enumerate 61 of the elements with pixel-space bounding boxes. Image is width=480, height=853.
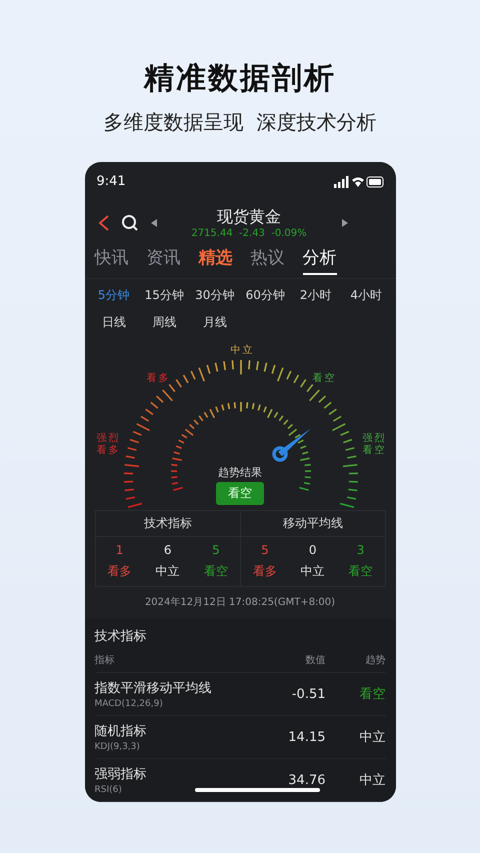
indicator-value: 34.76 [287, 772, 326, 788]
tab[interactable]: 精选 [198, 246, 232, 276]
summary-count: 1 [116, 543, 124, 557]
summary-label: 看多 [252, 563, 277, 580]
gauge-label: 强烈看多 [96, 432, 120, 457]
result-label: 趋势结果 [218, 464, 262, 480]
summary-count: 3 [356, 543, 364, 557]
summary-count: 6 [164, 543, 172, 557]
timeframe-option[interactable]: 2小时 [290, 286, 341, 304]
summary-header: 移动平均线 [241, 511, 384, 537]
indicator-code: MACD(12,26,9) [94, 699, 164, 709]
tab[interactable]: 分析 [302, 246, 336, 276]
caret-right-icon [340, 218, 350, 228]
tab[interactable]: 资讯 [146, 246, 180, 276]
indicator-trend: 看空 [358, 686, 386, 703]
headline: 精准数据剖析 [144, 60, 336, 98]
summary-count: 5 [261, 543, 269, 557]
instrument-title: 现货黄金 [217, 206, 281, 228]
summary-label: 中立 [300, 563, 325, 580]
indicator-name: 随机指标 [94, 723, 148, 740]
status-time: 9:41 [96, 174, 126, 190]
gauge-label: 强烈看空 [362, 432, 386, 457]
timeframe-option[interactable]: 60分钟 [240, 286, 290, 304]
indicator-code: RSI(6) [94, 785, 123, 795]
indicator-name: 强弱指标 [94, 766, 148, 783]
timeframe-option[interactable]: 5分钟 [88, 286, 139, 304]
timestamp: 2024年12月12日 17:08:25(GMT+8:00) [144, 596, 336, 609]
column-header: 趋势 [364, 654, 386, 668]
indicator-name: 指数平滑移动平均线 [94, 680, 212, 697]
summary-label: 看空 [204, 563, 228, 580]
timeframe-option[interactable]: 30分钟 [190, 286, 240, 304]
summary-count: 5 [212, 543, 220, 557]
gauge-needle [272, 428, 310, 462]
caret-left-icon [148, 218, 158, 228]
summary-label: 看空 [348, 563, 373, 580]
column-header: 指标 [94, 654, 116, 668]
price-quote: 2715.44 -2.43 -0.09% [191, 228, 307, 239]
gauge-label: 中立 [230, 344, 254, 357]
indicator-trend: 中立 [358, 772, 386, 789]
timeframe-option[interactable]: 4小时 [341, 286, 392, 304]
section-title: 技术指标 [94, 628, 148, 645]
result-badge: 看空 [216, 482, 264, 505]
summary-header: 技术指标 [96, 511, 240, 537]
timeframe-option[interactable]: 月线 [190, 314, 240, 331]
column-header: 数值 [304, 654, 326, 668]
tab[interactable]: 快讯 [94, 246, 128, 276]
gauge-label: 看空 [312, 372, 336, 385]
timeframe-option[interactable]: 15分钟 [139, 286, 190, 304]
summary-label: 中立 [156, 563, 180, 580]
tab[interactable]: 热议 [250, 246, 284, 276]
gauge-label: 看多 [146, 372, 170, 385]
summary-count: 0 [308, 543, 317, 557]
indicator-value: -0.51 [290, 686, 326, 702]
indicator-code: KDJ(9,3,3) [94, 742, 141, 752]
indicator-value: 14.15 [287, 730, 326, 744]
summary-label: 看多 [108, 563, 132, 580]
subheadline: 多维度数据呈现 深度技术分析 [104, 109, 376, 136]
timeframe-option[interactable]: 日线 [88, 314, 139, 331]
indicator-trend: 中立 [358, 729, 386, 746]
timeframe-option[interactable]: 周线 [139, 314, 190, 331]
status-icons [334, 176, 384, 188]
